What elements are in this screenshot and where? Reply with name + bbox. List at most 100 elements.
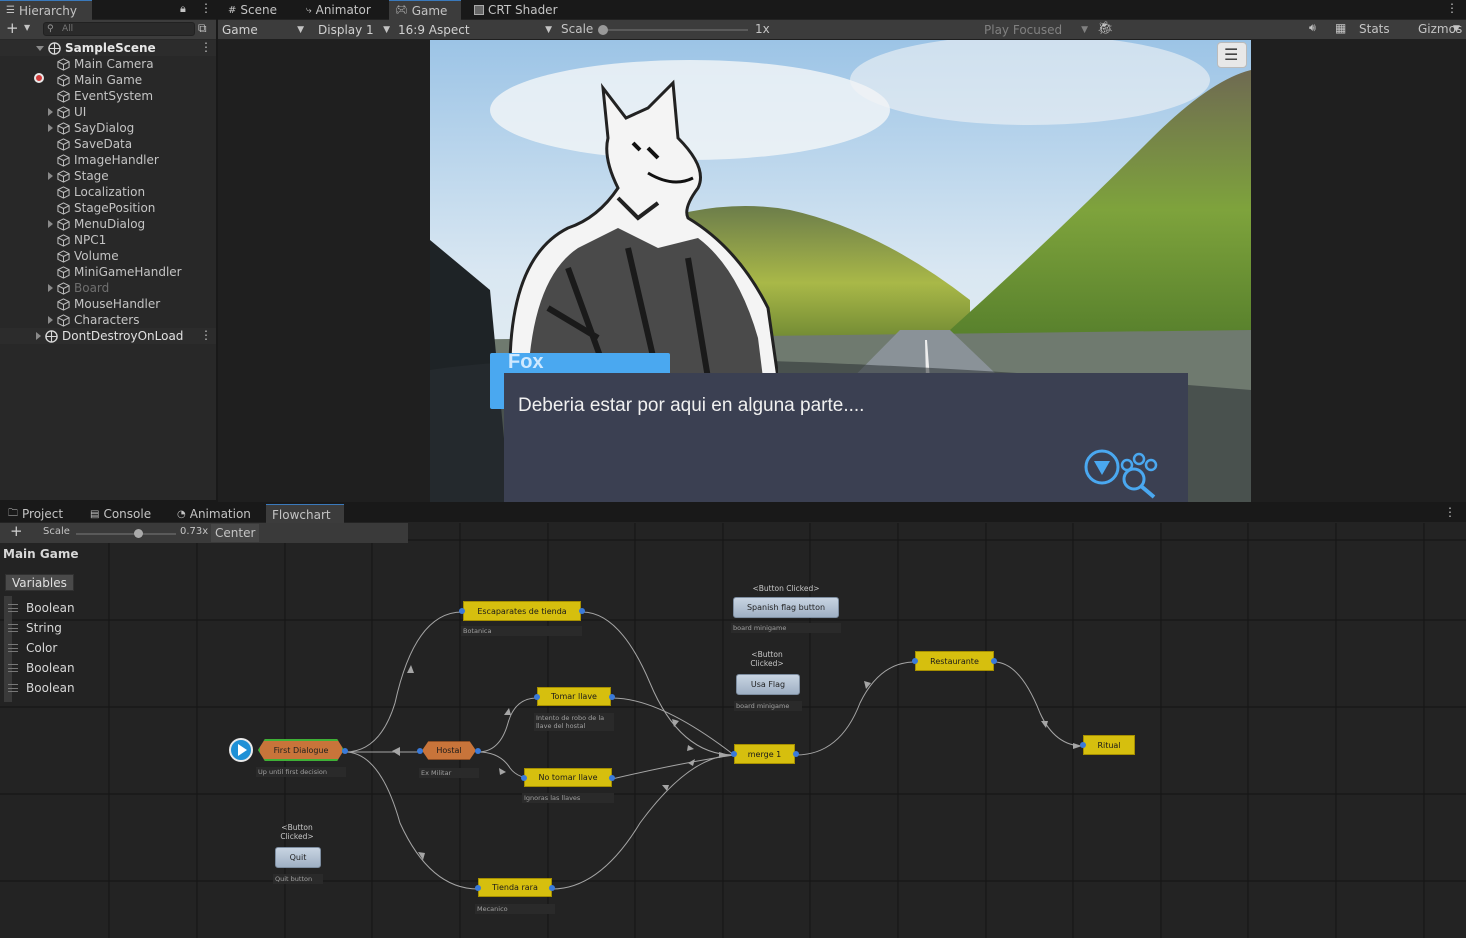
hierarchy-item[interactable]: EventSystem xyxy=(0,88,216,104)
hierarchy-item[interactable]: MouseHandler xyxy=(0,296,216,312)
hierarchy-item[interactable]: Main Camera xyxy=(0,56,216,72)
add-icon[interactable]: + xyxy=(6,19,19,37)
block-spanish-flag-button[interactable]: Spanish flag button xyxy=(733,597,839,618)
hierarchy-item[interactable]: NPC1 xyxy=(0,232,216,248)
flowchart-scale-handle[interactable] xyxy=(134,529,143,538)
connection-dot[interactable] xyxy=(459,608,465,614)
play-start-icon[interactable] xyxy=(229,738,253,762)
connection-dot[interactable] xyxy=(549,885,555,891)
hierarchy-item[interactable]: Characters xyxy=(0,312,216,328)
tab-project[interactable]: 🗀 Project xyxy=(2,504,69,524)
tab-crt-shader[interactable]: CRT Shader xyxy=(468,0,564,20)
connection-dot[interactable] xyxy=(912,658,918,664)
scene-search-icon[interactable]: ⧉ xyxy=(198,21,207,36)
expand-arrow-icon[interactable] xyxy=(48,172,53,180)
lock-icon[interactable]: 🔒︎ xyxy=(180,2,186,16)
flowchart-scale-slider[interactable] xyxy=(76,529,176,538)
connection-dot[interactable] xyxy=(417,748,423,754)
variable-row[interactable]: Boolean xyxy=(4,679,104,697)
variable-row[interactable]: String xyxy=(4,619,104,637)
dont-destroy-menu-icon[interactable]: ⋮ xyxy=(200,328,212,342)
tab-console[interactable]: ▤ Console xyxy=(84,504,157,524)
connection-dot[interactable] xyxy=(731,751,737,757)
connection-dot[interactable] xyxy=(609,775,615,781)
expand-arrow-icon[interactable] xyxy=(36,45,44,51)
gizmos-dropdown-icon[interactable]: ▼ xyxy=(1453,24,1460,34)
connection-dot[interactable] xyxy=(991,658,997,664)
expand-arrow-icon[interactable] xyxy=(48,220,53,228)
aspect-dropdown[interactable]: 16:9 Aspect ▼ xyxy=(398,22,552,38)
block-restaurante[interactable]: Restaurante xyxy=(915,651,994,671)
tab-animation[interactable]: ◔ Animation xyxy=(171,504,257,524)
hierarchy-item[interactable]: Localization xyxy=(0,184,216,200)
block-escaparates[interactable]: Escaparates de tienda xyxy=(463,601,581,621)
block-ritual[interactable]: Ritual xyxy=(1083,735,1135,755)
block-tienda-rara[interactable]: Tienda rara xyxy=(478,878,552,897)
block-hostal[interactable]: Hostal xyxy=(422,741,476,760)
continue-arrow-icon[interactable] xyxy=(1082,447,1172,502)
hierarchy-item[interactable]: ImageHandler xyxy=(0,152,216,168)
game-render[interactable]: ☰ Fox Deberia estar por aqui en alguna p… xyxy=(430,40,1251,502)
play-mode-dropdown[interactable]: Play Focused ▼ xyxy=(984,22,1088,38)
hierarchy-search-input[interactable]: ⚲ All xyxy=(43,22,195,36)
hierarchy-item[interactable]: MenuDialog xyxy=(0,216,216,232)
drag-handle-icon[interactable] xyxy=(8,624,18,632)
stats-button[interactable]: Stats xyxy=(1359,22,1390,36)
dropdown-arrow-icon[interactable]: ▼ xyxy=(24,23,30,32)
keyboard-icon[interactable]: ▦ xyxy=(1335,21,1346,35)
menu-button[interactable]: ☰ xyxy=(1217,42,1247,68)
display-dropdown[interactable]: Display 1 ▼ xyxy=(318,22,390,38)
game-more-menu-icon[interactable]: ⋮ xyxy=(1446,1,1458,15)
scale-slider[interactable] xyxy=(598,25,748,35)
block-quit-button[interactable]: Quit xyxy=(275,847,321,868)
hierarchy-item[interactable]: SaveData xyxy=(0,136,216,152)
flowchart-grid[interactable] xyxy=(0,523,1466,938)
hierarchy-item[interactable]: Stage xyxy=(0,168,216,184)
scene-menu-icon[interactable]: ⋮ xyxy=(200,40,212,54)
collapse-arrow-icon[interactable] xyxy=(36,332,41,340)
connection-dot[interactable] xyxy=(342,748,348,754)
variable-row[interactable]: Boolean xyxy=(4,659,104,677)
connection-dot[interactable] xyxy=(521,775,527,781)
connection-dot[interactable] xyxy=(475,885,481,891)
bottom-more-menu-icon[interactable]: ⋮ xyxy=(1444,505,1456,519)
scale-slider-handle[interactable] xyxy=(598,25,608,35)
scene-row[interactable]: SampleScene ⋮ xyxy=(0,40,216,56)
drag-handle-icon[interactable] xyxy=(8,604,18,612)
expand-arrow-icon[interactable] xyxy=(48,284,53,292)
tab-game[interactable]: 🎮︎ Game xyxy=(389,0,461,20)
drag-handle-icon[interactable] xyxy=(8,684,18,692)
tab-animator[interactable]: ⤷ Animator xyxy=(300,0,377,20)
drag-handle-icon[interactable] xyxy=(8,644,18,652)
hierarchy-item[interactable]: MiniGameHandler xyxy=(0,264,216,280)
add-block-button[interactable]: + xyxy=(10,522,23,540)
connection-dot[interactable] xyxy=(1080,742,1086,748)
block-tomar-llave[interactable]: Tomar llave xyxy=(537,687,611,706)
connection-dot[interactable] xyxy=(609,694,615,700)
dont-destroy-row[interactable]: DontDestroyOnLoad ⋮ xyxy=(0,328,216,344)
more-menu-icon[interactable]: ⋮ xyxy=(200,1,212,15)
variable-row[interactable]: Color xyxy=(4,639,104,657)
tab-hierarchy[interactable]: ☰ Hierarchy xyxy=(0,0,92,20)
bug-icon[interactable]: 🐞︎ xyxy=(1097,21,1114,36)
expand-arrow-icon[interactable] xyxy=(48,108,53,116)
hierarchy-item[interactable]: Volume xyxy=(0,248,216,264)
tab-scene[interactable]: # Scene xyxy=(222,0,283,20)
connection-dot[interactable] xyxy=(534,694,540,700)
dialog-box[interactable]: Deberia estar por aqui en alguna parte..… xyxy=(504,373,1188,502)
drag-handle-icon[interactable] xyxy=(8,664,18,672)
hierarchy-item[interactable]: StagePosition xyxy=(0,200,216,216)
connection-dot[interactable] xyxy=(579,608,585,614)
block-merge[interactable]: merge 1 xyxy=(734,744,795,764)
connection-dot[interactable] xyxy=(475,748,481,754)
hierarchy-item[interactable]: Main Game xyxy=(0,72,216,88)
hierarchy-item[interactable]: SayDialog xyxy=(0,120,216,136)
center-button[interactable]: Center xyxy=(211,524,259,542)
connection-dot[interactable] xyxy=(793,751,799,757)
audio-icon[interactable]: 🔊︎ xyxy=(1309,21,1316,35)
expand-arrow-icon[interactable] xyxy=(48,316,53,324)
variables-button[interactable]: Variables xyxy=(5,574,74,591)
hierarchy-item[interactable]: UI xyxy=(0,104,216,120)
variable-row[interactable]: Boolean xyxy=(4,599,104,617)
block-no-tomar-llave[interactable]: No tomar llave xyxy=(524,768,612,787)
